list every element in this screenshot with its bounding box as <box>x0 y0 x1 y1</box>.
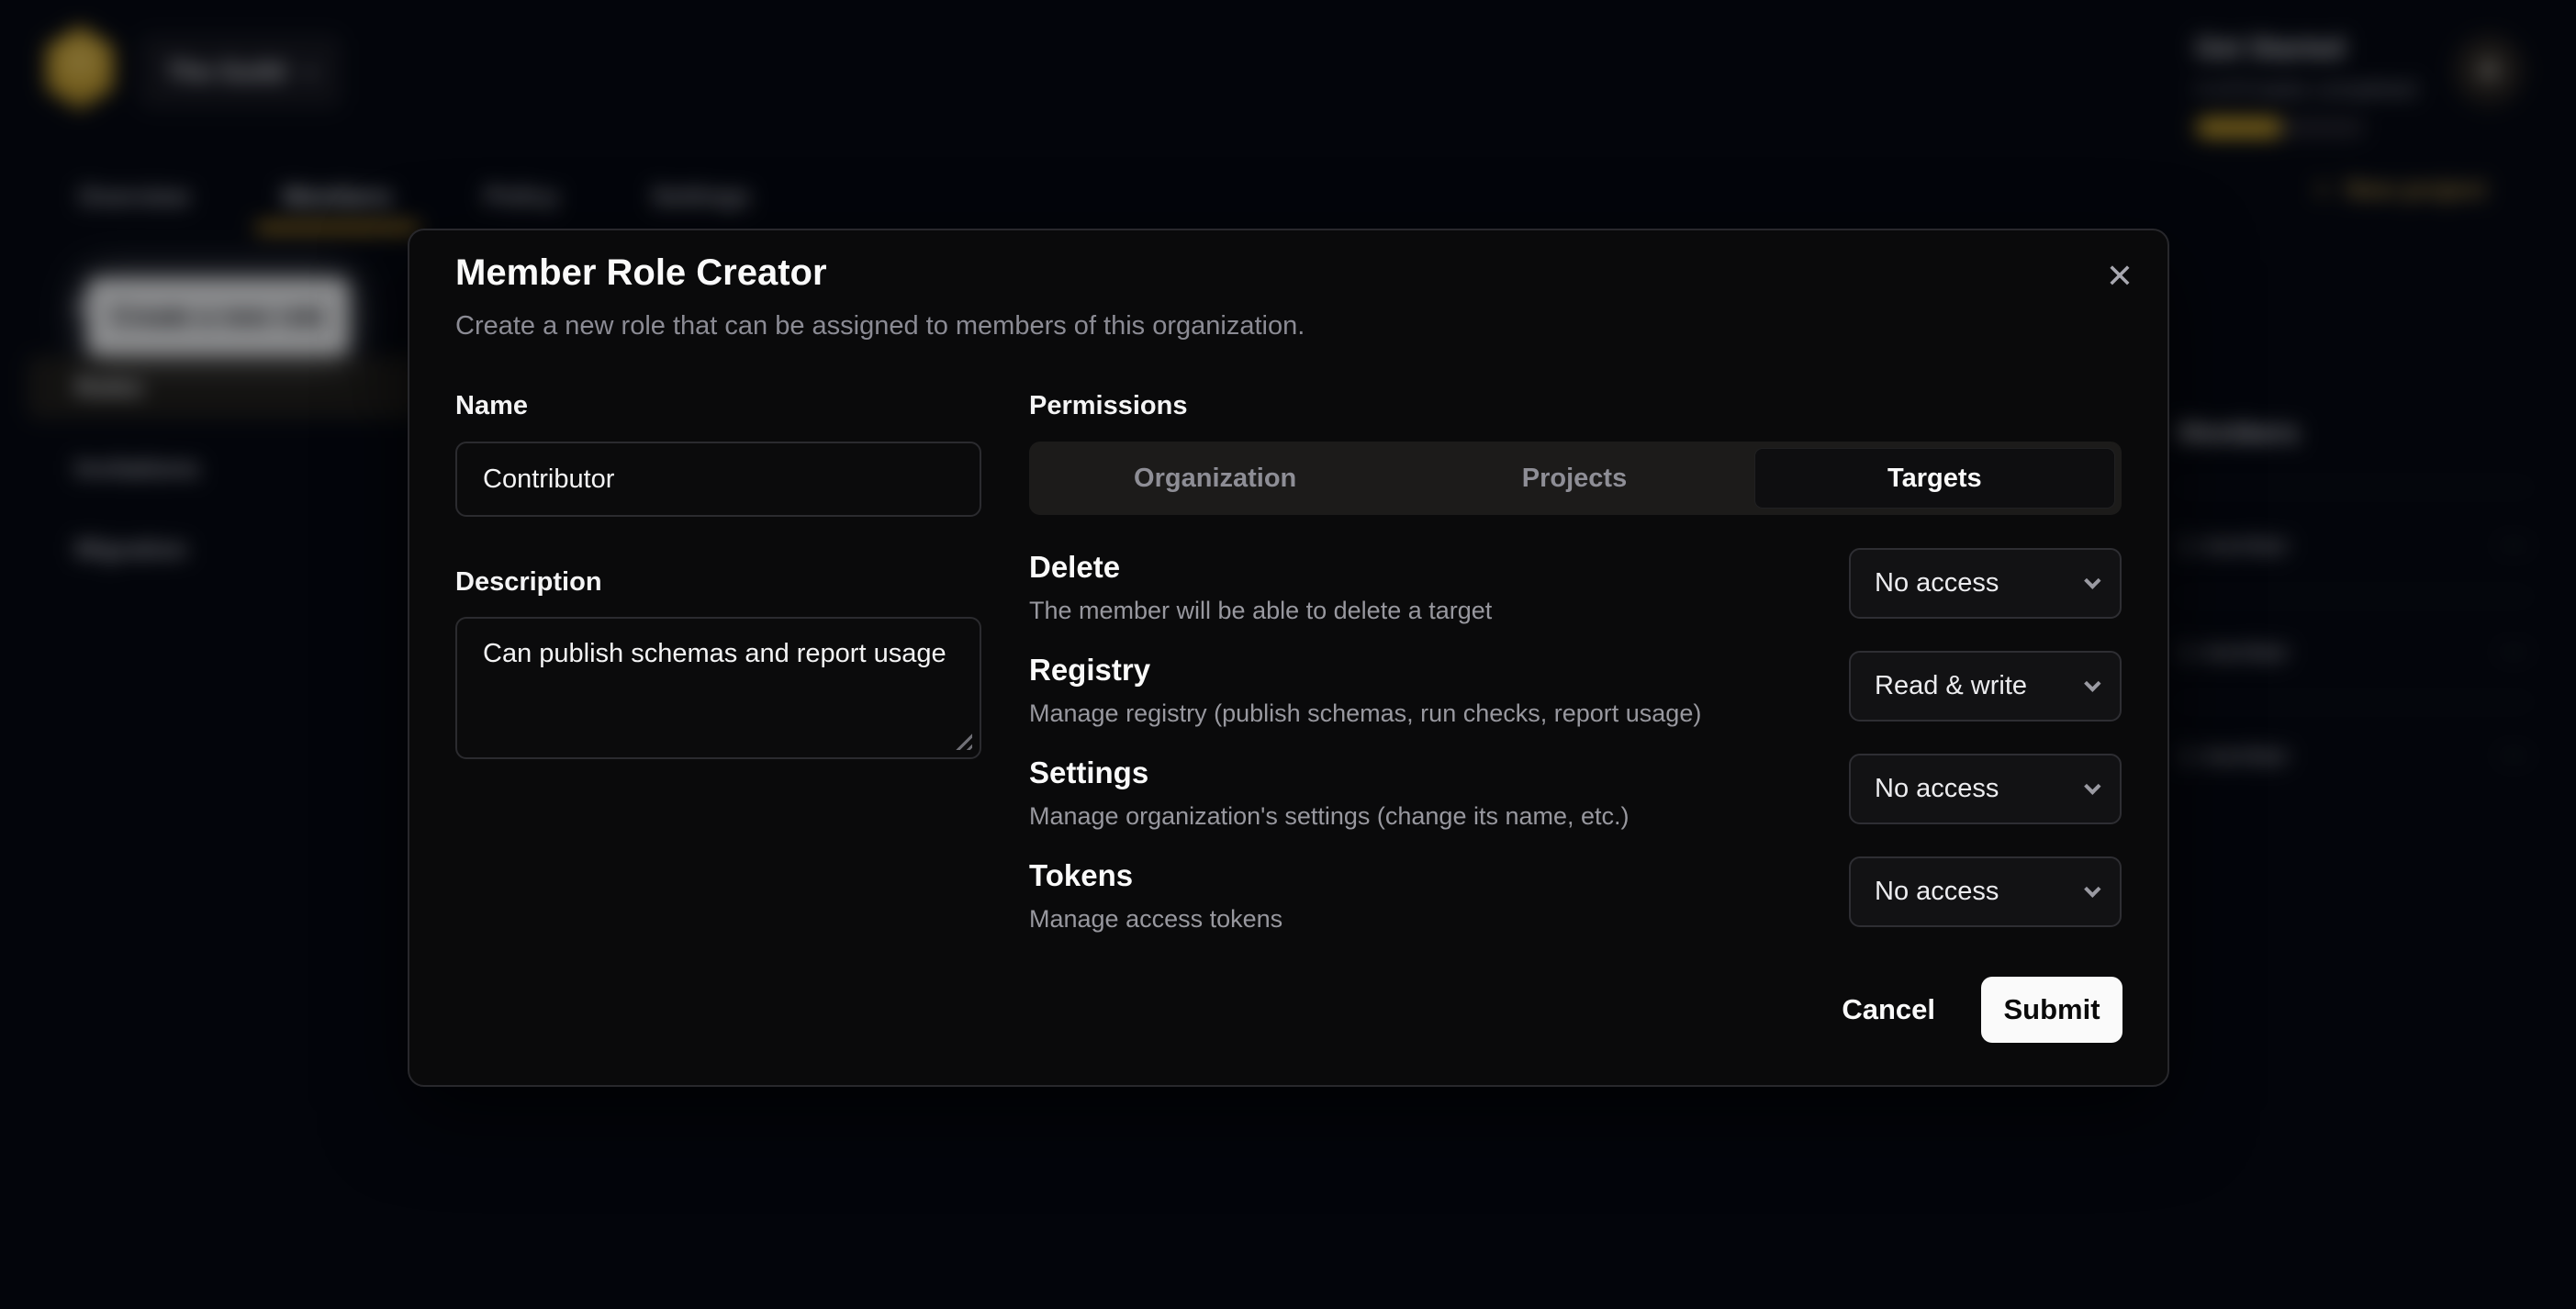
close-icon[interactable]: ✕ <box>2098 254 2142 298</box>
dialog-footer: Cancel Submit <box>1842 977 2122 1043</box>
select-value: No access <box>1875 568 1999 599</box>
member-role-creator-dialog: ✕ Member Role Creator Create a new role … <box>408 229 2169 1087</box>
name-input[interactable]: Contributor <box>455 442 981 517</box>
settings-access-select[interactable]: No access <box>1849 754 2122 824</box>
select-value: No access <box>1875 877 1999 907</box>
submit-button[interactable]: Submit <box>1981 977 2122 1043</box>
chevron-down-icon <box>2084 778 2100 794</box>
select-value: No access <box>1875 774 1999 804</box>
tokens-access-select[interactable]: No access <box>1849 856 2122 927</box>
name-label: Name <box>455 391 981 421</box>
app-root: The Guild Get Started 4 of 8 tasks compl… <box>0 0 2576 1309</box>
permission-title: Registry <box>1029 651 1701 689</box>
registry-access-select[interactable]: Read & write <box>1849 651 2122 722</box>
permission-row-settings: Settings Manage organization's settings … <box>1029 754 2122 856</box>
dialog-title: Member Role Creator <box>455 252 827 294</box>
permission-title: Tokens <box>1029 856 1282 895</box>
chevron-down-icon <box>2084 880 2100 897</box>
permissions-tabbar: Organization Projects Targets <box>1029 442 2122 515</box>
delete-access-select[interactable]: No access <box>1849 548 2122 619</box>
permission-description: Manage access tokens <box>1029 902 1282 935</box>
permission-row-registry: Registry Manage registry (publish schema… <box>1029 651 2122 754</box>
permission-rows: Delete The member will be able to delete… <box>1029 548 2122 959</box>
tab-organization[interactable]: Organization <box>1036 448 1394 509</box>
permissions-column: Permissions Organization Projects Target… <box>1029 391 2122 959</box>
description-textarea[interactable]: Can publish schemas and report usage <box>455 617 981 759</box>
permissions-label: Permissions <box>1029 391 2122 421</box>
description-value: Can publish schemas and report usage <box>483 639 946 668</box>
role-form-left-column: Name Contributor Description Can publish… <box>455 391 981 759</box>
select-value: Read & write <box>1875 671 2027 701</box>
description-label: Description <box>455 567 981 598</box>
tab-targets[interactable]: Targets <box>1754 448 2115 509</box>
permission-row-delete: Delete The member will be able to delete… <box>1029 548 2122 651</box>
permission-title: Settings <box>1029 754 1630 792</box>
permission-title: Delete <box>1029 548 1492 587</box>
resize-handle[interactable] <box>956 733 972 750</box>
chevron-down-icon <box>2084 572 2100 588</box>
permission-description: The member will be able to delete a targ… <box>1029 594 1492 627</box>
tab-projects[interactable]: Projects <box>1394 448 1753 509</box>
permission-description: Manage organization's settings (change i… <box>1029 800 1630 833</box>
dialog-subtitle: Create a new role that can be assigned t… <box>455 311 1305 341</box>
permission-row-tokens: Tokens Manage access tokens No access <box>1029 856 2122 959</box>
permission-description: Manage registry (publish schemas, run ch… <box>1029 697 1701 730</box>
chevron-down-icon <box>2084 675 2100 691</box>
cancel-button[interactable]: Cancel <box>1842 993 1935 1026</box>
